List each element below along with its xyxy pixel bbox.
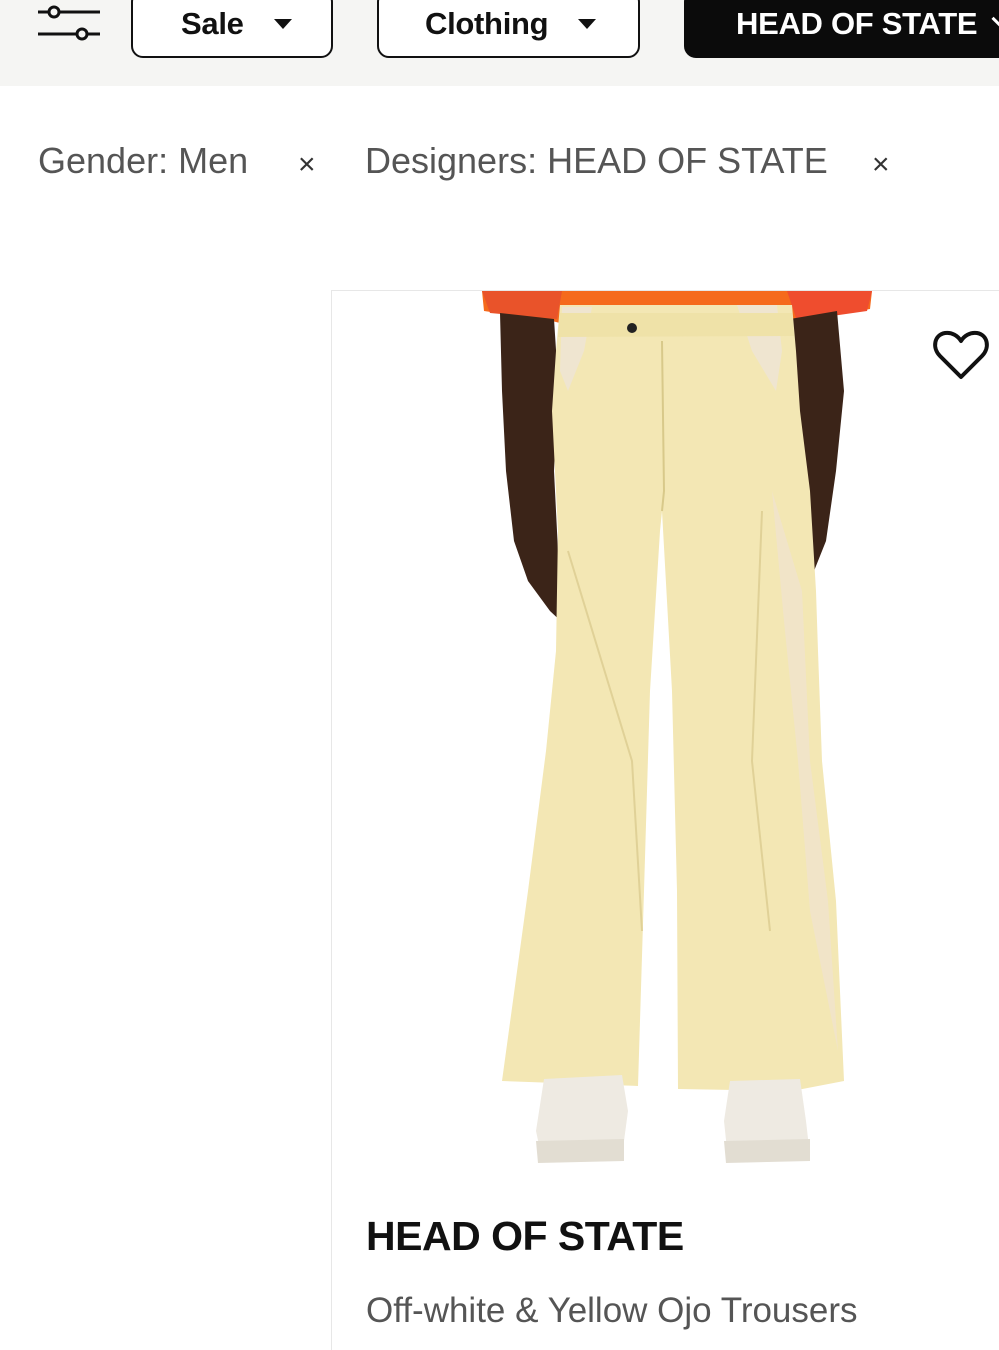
product-card[interactable]: HEAD OF STATE Off-white & Yellow Ojo Tro… [331,290,999,1350]
caret-down-icon [578,19,597,29]
sale-filter-dropdown[interactable]: Sale [131,0,333,58]
filter-bar: Sale Clothing HEAD OF STATE [0,0,999,86]
sale-filter-label: Sale [181,6,244,41]
designer-filter-label: HEAD OF STATE [736,6,978,41]
remove-gender-filter-icon[interactable]: × [298,148,316,182]
chevron-down-icon [991,6,999,31]
product-image[interactable] [332,291,999,1191]
active-filters: Gender: Men × Designers: HEAD OF STATE × [0,140,999,190]
product-brand[interactable]: HEAD OF STATE [366,1213,684,1260]
filter-sliders-icon[interactable] [36,4,102,42]
product-name[interactable]: Off-white & Yellow Ojo Trousers [366,1291,858,1331]
clothing-filter-dropdown[interactable]: Clothing [377,0,640,58]
remove-designer-filter-icon[interactable]: × [872,148,890,182]
active-filter-gender-label: Gender: Men [38,140,249,181]
caret-down-icon [273,19,292,29]
heart-icon[interactable] [932,329,990,381]
active-filter-designer-label: Designers: HEAD OF STATE [365,140,828,181]
clothing-filter-label: Clothing [425,6,549,41]
designer-filter-dropdown[interactable]: HEAD OF STATE [684,0,999,58]
